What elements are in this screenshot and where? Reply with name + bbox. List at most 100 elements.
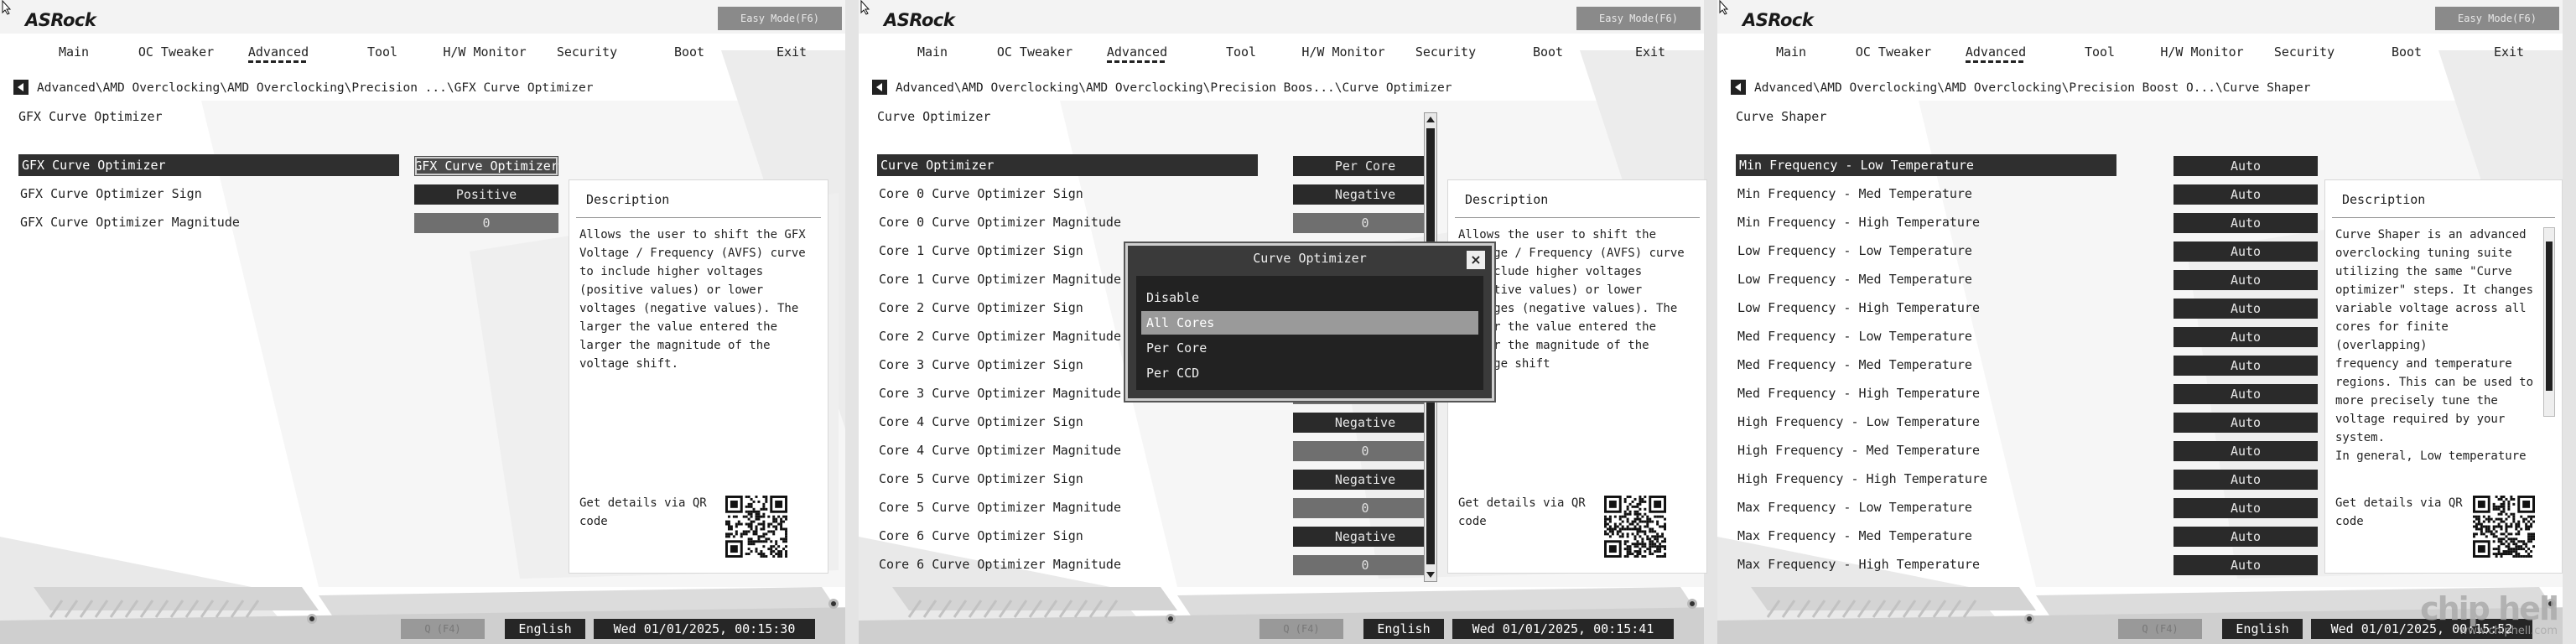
setting-row[interactable]: GFX Curve Optimizer GFX Curve Optimizer bbox=[18, 154, 564, 176]
search-button[interactable]: Q (F4) bbox=[401, 619, 485, 639]
setting-row[interactable]: Min Frequency - High Temperature Auto bbox=[1736, 211, 2318, 233]
easy-mode-button[interactable]: Easy Mode(F6) bbox=[2435, 7, 2559, 30]
dialog-option[interactable]: All Cores bbox=[1141, 311, 1478, 335]
setting-row[interactable]: High Frequency - Med Temperature Auto bbox=[1736, 439, 2318, 461]
easy-mode-button[interactable]: Easy Mode(F6) bbox=[1576, 7, 1701, 30]
setting-value[interactable]: Auto bbox=[2174, 527, 2318, 547]
setting-value[interactable]: 0 bbox=[1293, 441, 1437, 461]
tab-h-w-monitor[interactable]: H/W Monitor bbox=[443, 40, 526, 64]
search-button[interactable]: Q (F4) bbox=[2118, 619, 2202, 639]
setting-value[interactable]: Negative bbox=[1293, 413, 1437, 433]
dialog-option[interactable]: Disable bbox=[1141, 286, 1478, 309]
setting-row[interactable]: Med Frequency - Low Temperature Auto bbox=[1736, 325, 2318, 347]
setting-row[interactable]: Core 0 Curve Optimizer Sign Negative bbox=[877, 183, 1437, 205]
setting-row[interactable]: GFX Curve Optimizer Sign Positive bbox=[18, 183, 564, 205]
setting-row[interactable]: Core 4 Curve Optimizer Magnitude 0 bbox=[877, 439, 1437, 461]
setting-row[interactable]: Max Frequency - High Temperature Auto bbox=[1736, 553, 2318, 575]
setting-row[interactable]: Core 0 Curve Optimizer Magnitude 0 bbox=[877, 211, 1437, 233]
setting-row[interactable]: Min Frequency - Low Temperature Auto bbox=[1736, 154, 2318, 176]
setting-value[interactable]: Auto bbox=[2174, 156, 2318, 176]
tab-advanced[interactable]: Advanced bbox=[247, 40, 309, 64]
tab-oc-tweaker[interactable]: OC Tweaker bbox=[997, 40, 1072, 64]
setting-row[interactable]: Core 6 Curve Optimizer Magnitude 0 bbox=[877, 553, 1437, 575]
setting-value[interactable]: Positive bbox=[414, 184, 558, 205]
setting-value[interactable]: Auto bbox=[2174, 555, 2318, 575]
tab-advanced[interactable]: Advanced bbox=[1106, 40, 1168, 64]
setting-value[interactable]: Auto bbox=[2174, 299, 2318, 319]
back-arrow-icon[interactable] bbox=[13, 80, 29, 95]
setting-value[interactable]: Auto bbox=[2174, 470, 2318, 490]
back-arrow-icon[interactable] bbox=[872, 80, 887, 95]
language-button[interactable]: English bbox=[505, 619, 585, 639]
setting-row[interactable]: GFX Curve Optimizer Magnitude 0 bbox=[18, 211, 564, 233]
setting-value[interactable]: Negative bbox=[1293, 470, 1437, 490]
setting-value[interactable]: Auto bbox=[2174, 356, 2318, 376]
setting-row[interactable]: Max Frequency - Med Temperature Auto bbox=[1736, 525, 2318, 547]
tab-tool[interactable]: Tool bbox=[367, 40, 397, 64]
setting-value[interactable]: Auto bbox=[2174, 242, 2318, 262]
scroll-up-arrow-icon[interactable] bbox=[1426, 117, 1435, 122]
tab-oc-tweaker[interactable]: OC Tweaker bbox=[1856, 40, 1931, 64]
tab-advanced[interactable]: Advanced bbox=[1965, 40, 2027, 64]
setting-value[interactable]: Auto bbox=[2174, 498, 2318, 518]
dialog-option[interactable]: Per CCD bbox=[1141, 361, 1478, 385]
tab-main[interactable]: Main bbox=[59, 40, 89, 64]
setting-value[interactable]: Auto bbox=[2174, 441, 2318, 461]
setting-value[interactable]: Auto bbox=[2174, 413, 2318, 433]
setting-value[interactable]: 0 bbox=[1293, 555, 1437, 575]
setting-row[interactable]: Core 5 Curve Optimizer Sign Negative bbox=[877, 468, 1437, 490]
setting-row[interactable]: Core 5 Curve Optimizer Magnitude 0 bbox=[877, 496, 1437, 518]
tab-boot[interactable]: Boot bbox=[2392, 40, 2422, 64]
setting-row[interactable]: Core 4 Curve Optimizer Sign Negative bbox=[877, 411, 1437, 433]
setting-value[interactable]: Negative bbox=[1293, 184, 1437, 205]
description-scrollbar[interactable] bbox=[2543, 227, 2555, 417]
tab-main[interactable]: Main bbox=[917, 40, 948, 64]
setting-value[interactable]: Auto bbox=[2174, 184, 2318, 205]
tab-boot[interactable]: Boot bbox=[674, 40, 704, 64]
setting-row[interactable]: Low Frequency - Low Temperature Auto bbox=[1736, 240, 2318, 262]
tab-security[interactable]: Security bbox=[2274, 40, 2334, 64]
setting-value[interactable]: Auto bbox=[2174, 213, 2318, 233]
setting-value[interactable]: Auto bbox=[2174, 327, 2318, 347]
tab-h-w-monitor[interactable]: H/W Monitor bbox=[1301, 40, 1384, 64]
setting-row[interactable]: Med Frequency - Med Temperature Auto bbox=[1736, 354, 2318, 376]
back-arrow-icon[interactable] bbox=[1731, 80, 1746, 95]
scroll-down-arrow-icon[interactable] bbox=[1426, 572, 1435, 578]
setting-row[interactable]: Curve Optimizer Per Core bbox=[877, 154, 1437, 176]
tab-exit[interactable]: Exit bbox=[1635, 40, 1665, 64]
tab-h-w-monitor[interactable]: H/W Monitor bbox=[2160, 40, 2243, 64]
tab-tool[interactable]: Tool bbox=[1226, 40, 1256, 64]
setting-row[interactable]: High Frequency - Low Temperature Auto bbox=[1736, 411, 2318, 433]
tab-oc-tweaker[interactable]: OC Tweaker bbox=[138, 40, 214, 64]
setting-row[interactable]: Max Frequency - Low Temperature Auto bbox=[1736, 496, 2318, 518]
tab-boot[interactable]: Boot bbox=[1533, 40, 1563, 64]
setting-value[interactable]: Auto bbox=[2174, 270, 2318, 290]
tab-exit[interactable]: Exit bbox=[2494, 40, 2524, 64]
setting-value[interactable]: 0 bbox=[1293, 498, 1437, 518]
setting-row[interactable]: Core 6 Curve Optimizer Sign Negative bbox=[877, 525, 1437, 547]
easy-mode-button[interactable]: Easy Mode(F6) bbox=[718, 7, 842, 30]
setting-row[interactable]: High Frequency - High Temperature Auto bbox=[1736, 468, 2318, 490]
close-icon[interactable]: × bbox=[1467, 251, 1485, 269]
tab-exit[interactable]: Exit bbox=[776, 40, 807, 64]
setting-row[interactable]: Med Frequency - High Temperature Auto bbox=[1736, 382, 2318, 404]
setting-value[interactable]: Per Core bbox=[1293, 156, 1437, 176]
scroll-thumb[interactable] bbox=[2546, 242, 2553, 391]
tab-security[interactable]: Security bbox=[557, 40, 617, 64]
setting-value[interactable]: Auto bbox=[2174, 384, 2318, 404]
setting-row[interactable]: Min Frequency - Med Temperature Auto bbox=[1736, 183, 2318, 205]
setting-value[interactable]: 0 bbox=[414, 213, 558, 233]
setting-row[interactable]: Low Frequency - High Temperature Auto bbox=[1736, 297, 2318, 319]
tab-security[interactable]: Security bbox=[1415, 40, 1476, 64]
search-button[interactable]: Q (F4) bbox=[1259, 619, 1343, 639]
dialog-option[interactable]: Per Core bbox=[1141, 336, 1478, 360]
setting-value[interactable]: 0 bbox=[1293, 213, 1437, 233]
setting-label: Curve Optimizer bbox=[877, 154, 1258, 176]
setting-row[interactable]: Low Frequency - Med Temperature Auto bbox=[1736, 268, 2318, 290]
setting-value[interactable]: Negative bbox=[1293, 527, 1437, 547]
tab-tool[interactable]: Tool bbox=[2085, 40, 2115, 64]
tab-main[interactable]: Main bbox=[1776, 40, 1806, 64]
language-button[interactable]: English bbox=[2222, 619, 2303, 639]
setting-value[interactable]: GFX Curve Optimizer bbox=[414, 156, 558, 176]
language-button[interactable]: English bbox=[1363, 619, 1444, 639]
